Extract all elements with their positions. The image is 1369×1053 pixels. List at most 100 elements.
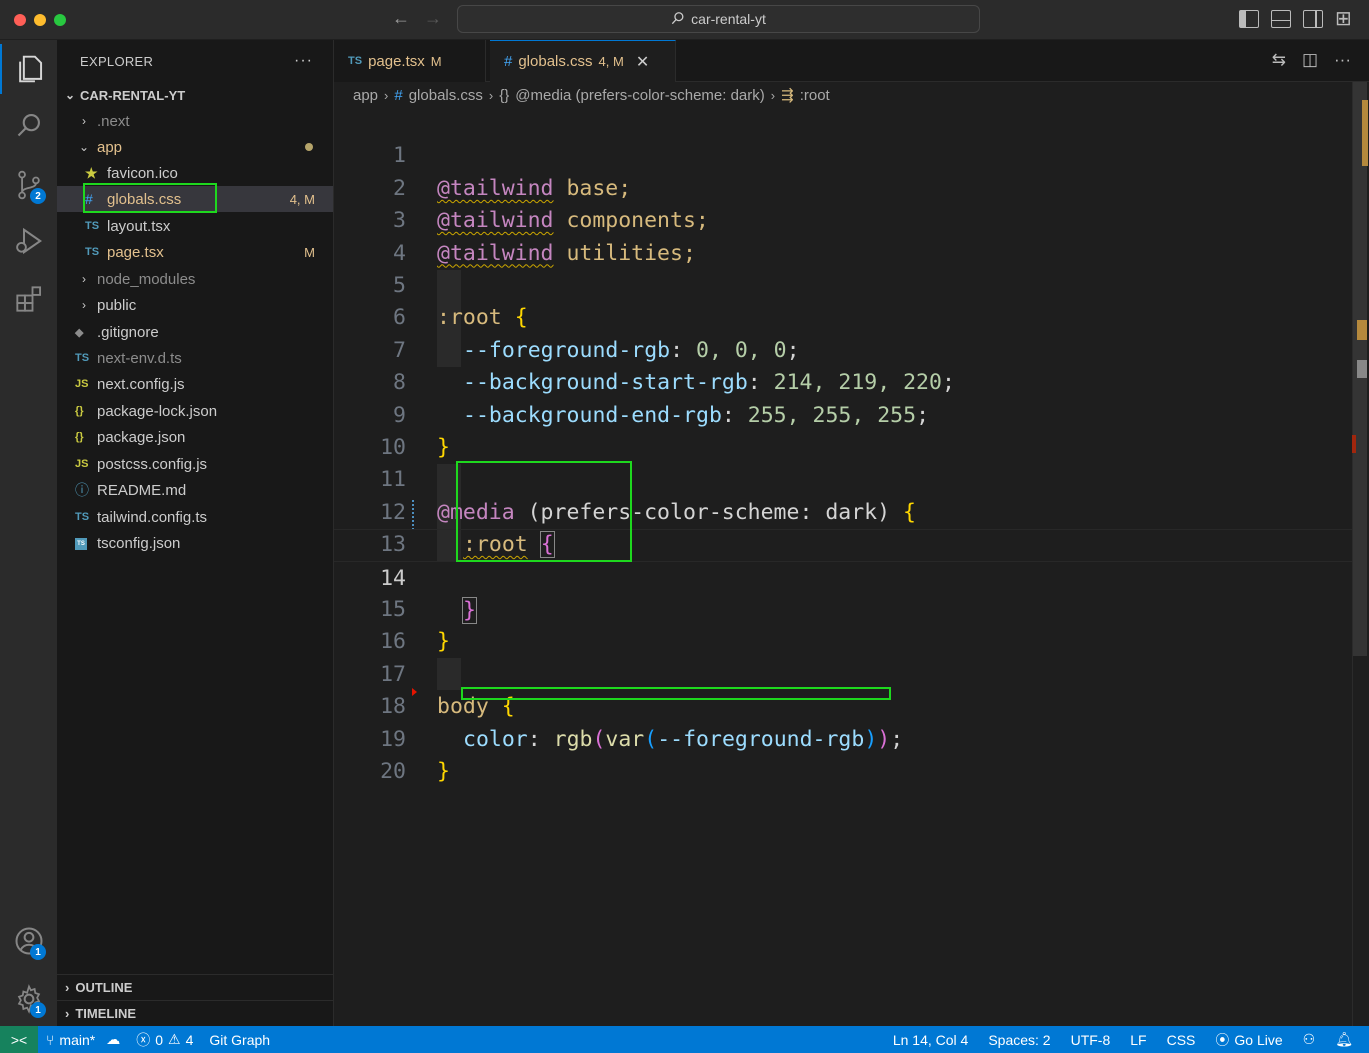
css-file-icon: # <box>504 53 513 70</box>
toggle-secondary-sidebar-icon[interactable] <box>1303 10 1323 28</box>
highlight-box <box>456 461 632 562</box>
indentation[interactable]: Spaces: 2 <box>978 1032 1060 1048</box>
tree-item-next-env[interactable]: TS next-env.d.ts <box>57 345 333 371</box>
customize-layout-icon[interactable] <box>1335 6 1355 31</box>
tree-item-gitignore[interactable]: ◆ .gitignore <box>57 319 333 345</box>
tree-item-readme[interactable]: ⓘ README.md <box>57 477 333 503</box>
braces-icon: {} <box>499 86 510 104</box>
chevron-right-icon: › <box>384 87 389 103</box>
accounts-badge: 1 <box>30 944 46 960</box>
run-and-debug-icon[interactable] <box>0 216 57 266</box>
highlight-box <box>83 183 217 213</box>
git-graph-button[interactable]: Git Graph <box>201 1032 278 1048</box>
chevron-right-icon: › <box>770 87 776 103</box>
title-bar: ← → car-rental-yt <box>0 0 1369 40</box>
tree-item-package-lock[interactable]: {} package-lock.json <box>57 398 333 424</box>
breadcrumb: app › # globals.css › {} @media (prefers… <box>334 82 1369 108</box>
search-icon[interactable] <box>0 100 57 150</box>
overview-ruler-marker <box>1362 100 1368 166</box>
git-branch-icon: ⑂ <box>46 1031 55 1048</box>
tab-status: 4, M <box>598 54 624 69</box>
end-of-line[interactable]: LF <box>1120 1032 1156 1048</box>
timeline-section-header[interactable]: › TIMELINE <box>57 1000 333 1026</box>
tree-item-tailwind-config[interactable]: TS tailwind.config.ts <box>57 504 333 530</box>
tree-item-postcss-config[interactable]: JS postcss.config.js <box>57 451 333 477</box>
chevron-right-icon: › <box>82 272 86 286</box>
back-arrow-icon[interactable]: ← <box>392 8 410 29</box>
breadcrumb-file[interactable]: globals.css <box>409 87 483 104</box>
breadcrumb-root[interactable]: :root <box>800 87 830 104</box>
git-file-icon: ◆ <box>75 326 84 339</box>
tsconfig-file-icon: TS <box>75 536 97 550</box>
tree-item-node-modules[interactable]: › node_modules <box>57 266 333 292</box>
window-title: car-rental-yt <box>691 11 766 27</box>
manage-gear-icon[interactable]: 1 <box>0 974 57 1024</box>
notifications-bell-icon[interactable]: 🔔︎ <box>1325 1031 1369 1048</box>
typescript-file-icon: TS <box>348 55 363 67</box>
status-bar: >< ⑂ main* ☁ ⓧ 0 ⚠ 4 Git Graph Ln 14, Co… <box>0 1026 1369 1053</box>
typescript-file-icon: TS <box>75 511 90 523</box>
broadcast-icon: ⦿ <box>1215 1031 1230 1048</box>
zoom-window-button[interactable] <box>54 14 66 26</box>
tree-item-public[interactable]: › public <box>57 292 333 318</box>
explorer-title: EXPLORER <box>80 53 154 69</box>
tab-globals-css[interactable]: # globals.css 4, M ✕ <box>490 40 676 82</box>
accounts-icon[interactable]: 1 <box>0 916 57 966</box>
star-icon: ★ <box>85 164 98 181</box>
go-live-button[interactable]: ⦿ Go Live <box>1205 1030 1292 1050</box>
json-file-icon: {} <box>75 431 84 443</box>
css-file-icon: # <box>394 86 403 104</box>
typescript-file-icon: TS <box>75 352 90 364</box>
encoding[interactable]: UTF-8 <box>1061 1032 1121 1048</box>
explorer-sidebar: EXPLORER ··· ⌄ CAR-RENTAL-YT › .next ⌄ a… <box>57 40 334 1026</box>
forward-arrow-icon[interactable]: → <box>424 8 442 29</box>
split-editor-icon[interactable]: ◫ <box>1302 50 1318 70</box>
outline-section-header[interactable]: › OUTLINE <box>57 974 333 1000</box>
tree-item-next-config[interactable]: JS next.config.js <box>57 371 333 397</box>
problems-indicator[interactable]: ⓧ 0 ⚠ 4 <box>128 1030 201 1050</box>
modified-dot <box>305 143 313 151</box>
overview-ruler-marker <box>1357 360 1367 378</box>
source-control-badge: 2 <box>30 188 46 204</box>
activity-bar: 2 1 1 <box>0 40 57 1026</box>
toggle-primary-sidebar-icon[interactable] <box>1239 10 1259 28</box>
feedback-icon[interactable]: ⚇ <box>1293 1031 1326 1048</box>
cursor-position[interactable]: Ln 14, Col 4 <box>883 1032 979 1048</box>
source-control-icon[interactable]: 2 <box>0 160 57 210</box>
chevron-right-icon: › <box>65 980 70 995</box>
minimize-window-button[interactable] <box>34 14 46 26</box>
more-actions-icon[interactable]: ··· <box>1334 50 1351 70</box>
close-window-button[interactable] <box>14 14 26 26</box>
tree-item-app[interactable]: ⌄ app <box>57 134 333 160</box>
command-center-search[interactable]: car-rental-yt <box>457 5 980 33</box>
toggle-panel-icon[interactable] <box>1271 10 1291 28</box>
breadcrumb-media[interactable]: @media (prefers-color-scheme: dark) <box>515 87 764 104</box>
file-status-badge: M <box>304 244 315 260</box>
remote-indicator-icon[interactable]: >< <box>0 1026 38 1053</box>
branch-indicator[interactable]: ⑂ main* ☁ <box>38 1031 128 1048</box>
tree-item-layout[interactable]: TS layout.tsx <box>57 213 333 239</box>
settings-badge: 1 <box>30 1002 46 1018</box>
javascript-file-icon: JS <box>75 458 89 470</box>
language-mode[interactable]: CSS <box>1157 1032 1206 1048</box>
code-editor[interactable]: 1 @tailwind base; 2 @tailwind components… <box>334 108 1352 1026</box>
extensions-icon[interactable] <box>0 274 57 324</box>
tree-item-tsconfig[interactable]: TS tsconfig.json <box>57 530 333 556</box>
chevron-right-icon: › <box>488 87 494 103</box>
typescript-file-icon: TS <box>85 246 100 258</box>
explorer-icon[interactable] <box>0 44 57 94</box>
workspace-root[interactable]: ⌄ CAR-RENTAL-YT <box>57 82 333 108</box>
sync-icon: ☁ <box>106 1031 121 1047</box>
close-icon[interactable]: ✕ <box>636 52 649 72</box>
javascript-file-icon: JS <box>75 378 89 390</box>
more-actions-icon[interactable]: ··· <box>294 52 313 70</box>
tree-item-next[interactable]: › .next <box>57 108 333 134</box>
tree-item-package-json[interactable]: {} package.json <box>57 424 333 450</box>
chevron-down-icon: ⌄ <box>64 88 76 102</box>
compare-changes-icon[interactable]: ⇆ <box>1272 50 1286 70</box>
breadcrumb-folder[interactable]: app <box>353 87 378 104</box>
tree-item-page[interactable]: TS page.tsx M <box>57 239 333 265</box>
tab-page-tsx[interactable]: TS page.tsx M <box>334 40 486 82</box>
json-file-icon: {} <box>75 405 84 417</box>
error-icon: ⓧ <box>136 1031 151 1048</box>
